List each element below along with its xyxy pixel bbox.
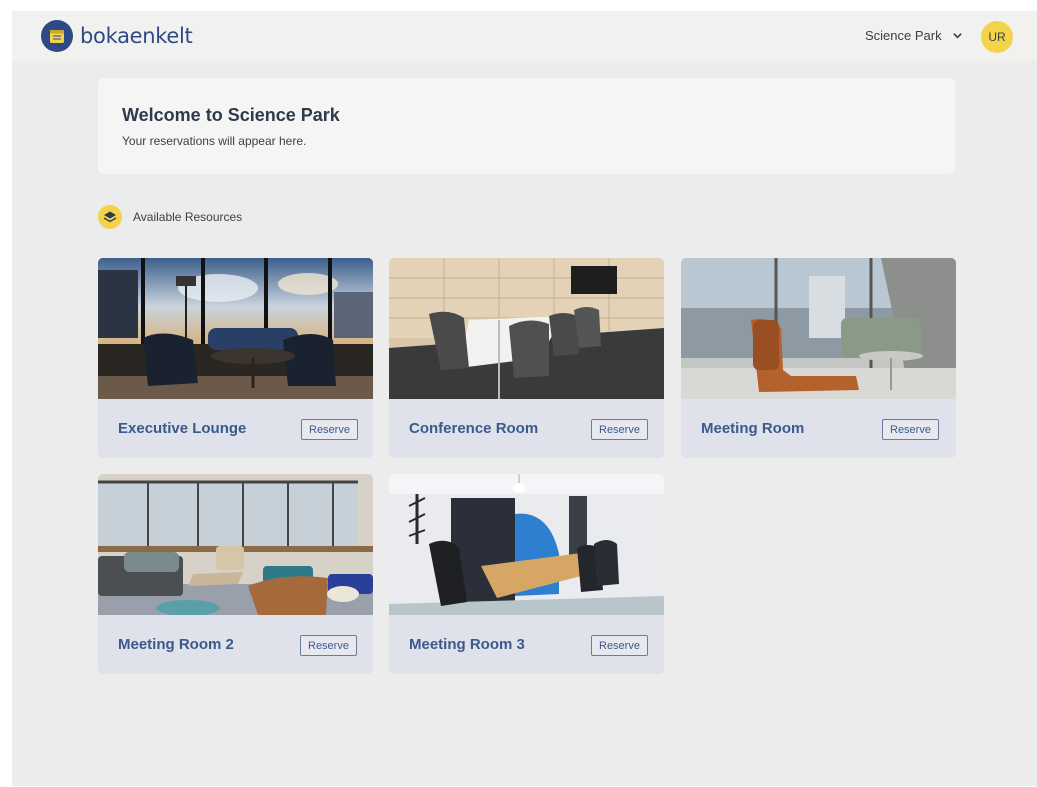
resource-name: Executive Lounge: [118, 420, 247, 437]
reserve-button[interactable]: Reserve: [882, 419, 939, 440]
resource-name: Conference Room: [409, 420, 539, 437]
layers-icon: [98, 205, 122, 229]
available-resources-heading: Available Resources: [98, 205, 242, 229]
welcome-subtitle: Your reservations will appear here.: [122, 134, 307, 148]
reserve-button[interactable]: Reserve: [300, 635, 357, 656]
brand-name[interactable]: bokaenkelt: [80, 24, 193, 48]
welcome-title: Welcome to Science Park: [122, 105, 340, 125]
organization-selector-label: Science Park: [865, 28, 942, 43]
app-frame: bokaenkelt Science Park UR Welcome to Sc…: [12, 11, 1037, 786]
user-avatar[interactable]: UR: [981, 21, 1013, 53]
resource-card[interactable]: Meeting Room Reserve: [681, 258, 956, 458]
reserve-button[interactable]: Reserve: [301, 419, 358, 440]
top-header: bokaenkelt Science Park UR: [12, 11, 1037, 61]
resource-name: Meeting Room 3: [409, 636, 525, 653]
resource-card[interactable]: Executive Lounge Reserve: [98, 258, 373, 458]
resource-name: Meeting Room: [701, 420, 805, 437]
executive-lounge-photo: [98, 258, 373, 399]
reserve-button[interactable]: Reserve: [591, 635, 648, 656]
chevron-down-icon: [952, 33, 962, 39]
resource-card[interactable]: Meeting Room 3 Reserve: [389, 474, 664, 674]
welcome-card: Welcome to Science Park Your reservation…: [98, 78, 955, 174]
meeting-room-photo: [681, 258, 956, 399]
reserve-button[interactable]: Reserve: [591, 419, 648, 440]
resource-name: Meeting Room 2: [118, 636, 234, 653]
meeting-room-3-photo: [389, 474, 664, 615]
section-title: Available Resources: [133, 210, 243, 224]
calendar-logo-icon[interactable]: [41, 20, 73, 52]
meeting-room-2-photo: [98, 474, 373, 615]
organization-selector[interactable]: Science Park: [865, 28, 963, 43]
conference-room-photo: [389, 258, 664, 399]
resource-card[interactable]: Conference Room Reserve: [389, 258, 664, 458]
resource-card[interactable]: Meeting Room 2 Reserve: [98, 474, 373, 674]
